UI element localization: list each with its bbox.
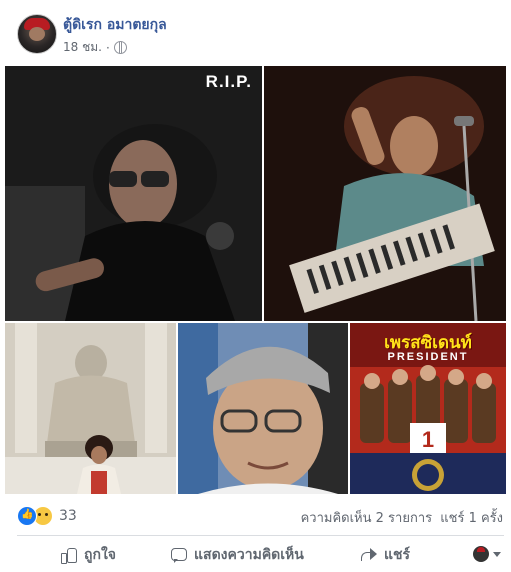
photo-2[interactable] (264, 66, 506, 321)
rip-caption: R.I.P. (205, 72, 252, 91)
like-icon (17, 506, 37, 526)
like-button[interactable]: ถูกใจ (60, 544, 116, 566)
like-label: ถูกใจ (84, 547, 116, 563)
account-selector[interactable] (473, 546, 501, 562)
comment-count[interactable]: ความคิดเห็น 2 รายการ (301, 511, 433, 526)
poster-subtitle: PRESIDENT (387, 351, 469, 363)
comment-button[interactable]: แสดงความคิดเห็น (170, 544, 304, 566)
author-avatar[interactable] (17, 14, 57, 54)
avatar-face (29, 27, 45, 41)
share-label: แชร์ (384, 547, 411, 563)
photo-3[interactable] (5, 323, 176, 494)
post-stats: ความคิดเห็น 2 รายการ แชร์ 1 ครั้ง (297, 507, 503, 528)
comment-label: แสดงความคิดเห็น (194, 547, 304, 563)
post-timestamp[interactable]: 18 ชม. (63, 38, 102, 57)
share-count[interactable]: แชร์ 1 ครั้ง (440, 511, 503, 526)
photo-4[interactable] (178, 323, 348, 494)
divider (17, 535, 504, 536)
thumbs-up-icon (60, 546, 78, 564)
action-bar: ถูกใจ แสดงความคิดเห็น แชร์ (0, 538, 511, 572)
photo-3-image (5, 323, 176, 494)
globe-icon (113, 41, 127, 54)
chevron-down-icon (493, 551, 501, 557)
share-icon (360, 546, 378, 564)
post-header: ตู้ดิเรก อมาตยกุล 18 ชม. · (0, 0, 511, 64)
account-avatar (473, 546, 489, 562)
share-button[interactable]: แชร์ (360, 544, 410, 566)
post-meta: 18 ชม. · (63, 38, 127, 57)
photo-1-image (5, 66, 262, 321)
author-name[interactable]: ตู้ดิเรก อมาตยกุล (63, 14, 167, 36)
facebook-post: ตู้ดิเรก อมาตยกุล 18 ชม. · R.I.P. 1 เพรส… (0, 0, 511, 572)
svg-text:1: 1 (422, 427, 434, 452)
comment-icon (170, 546, 188, 564)
reaction-count[interactable]: 33 (59, 508, 77, 524)
photo-2-image (264, 66, 506, 321)
photo-4-image (178, 323, 348, 494)
photo-5[interactable]: 1 เพรสซิเดนท์ PRESIDENT (350, 323, 506, 494)
reactions-summary[interactable]: 33 (17, 506, 77, 526)
photo-1[interactable]: R.I.P. (5, 66, 262, 321)
